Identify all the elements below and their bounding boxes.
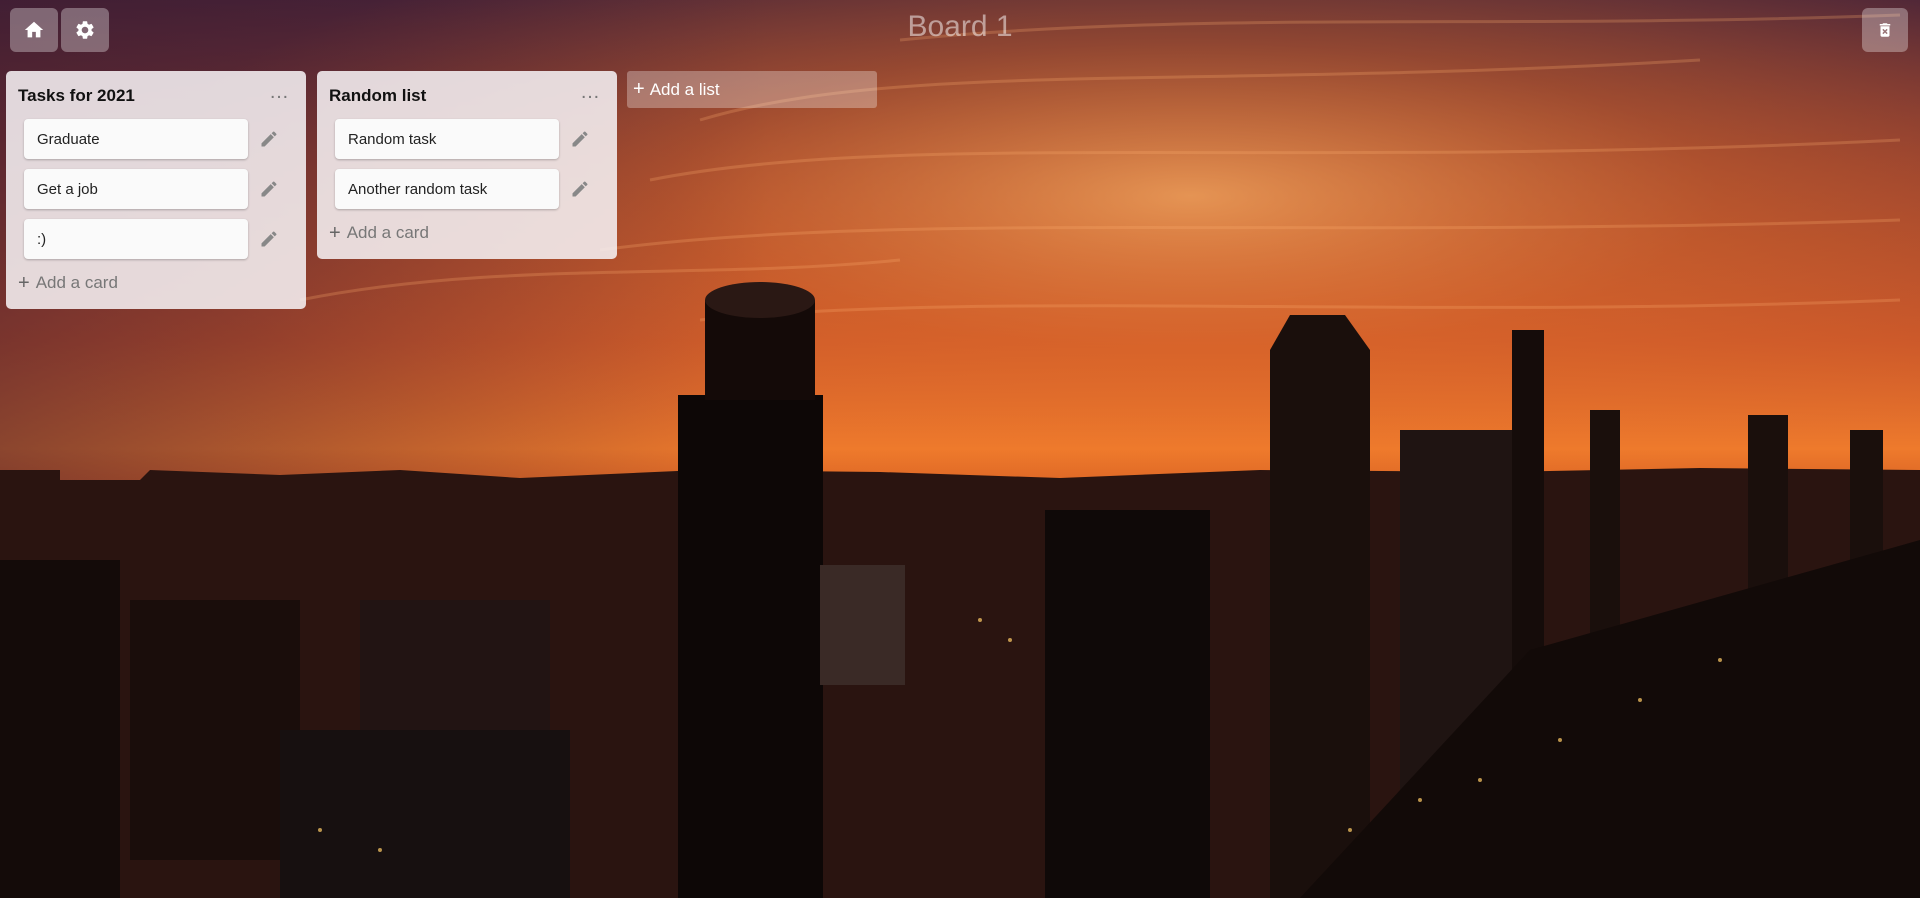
add-card-label: Add a card — [346, 223, 429, 242]
list-menu-icon[interactable]: … — [576, 82, 605, 105]
board-title[interactable]: Board 1 — [907, 10, 1012, 43]
list-title[interactable]: Tasks for 2021 — [18, 86, 135, 106]
settings-button[interactable] — [61, 8, 109, 52]
plus-icon: + — [18, 271, 30, 294]
home-button[interactable] — [10, 8, 58, 52]
card-row: Another random task — [329, 169, 605, 209]
delete-board-button[interactable] — [1862, 8, 1908, 52]
plus-icon: + — [633, 78, 645, 100]
trash-icon — [1879, 23, 1891, 37]
gear-icon — [76, 21, 94, 39]
edit-card-icon[interactable] — [258, 178, 280, 200]
card[interactable]: :) — [24, 219, 248, 259]
card-row: :) — [18, 219, 294, 259]
add-list-label: Add a list — [649, 79, 720, 99]
add-card-label: Add a card — [35, 273, 118, 292]
card-row: Get a job — [18, 169, 294, 209]
list-tasks-for-2021: Tasks for 2021 … Graduate Get a job :) +… — [6, 71, 306, 309]
edit-card-icon[interactable] — [258, 128, 280, 150]
card[interactable]: Another random task — [335, 169, 559, 209]
edit-card-icon[interactable] — [569, 178, 591, 200]
card[interactable]: Graduate — [24, 119, 248, 159]
add-list-button[interactable]: + Add a list — [627, 71, 877, 108]
card-row: Graduate — [18, 119, 294, 159]
card[interactable]: Random task — [335, 119, 559, 159]
edit-card-icon[interactable] — [258, 228, 280, 250]
list-random-list: Random list … Random task Another random… — [317, 71, 617, 259]
add-card-button[interactable]: + Add a card — [18, 269, 294, 297]
edit-card-icon[interactable] — [569, 128, 591, 150]
list-title[interactable]: Random list — [329, 86, 426, 106]
card-row: Random task — [329, 119, 605, 159]
home-icon — [24, 21, 44, 38]
card[interactable]: Get a job — [24, 169, 248, 209]
plus-icon: + — [329, 221, 341, 244]
list-menu-icon[interactable]: … — [265, 82, 294, 105]
add-card-button[interactable]: + Add a card — [329, 219, 605, 247]
